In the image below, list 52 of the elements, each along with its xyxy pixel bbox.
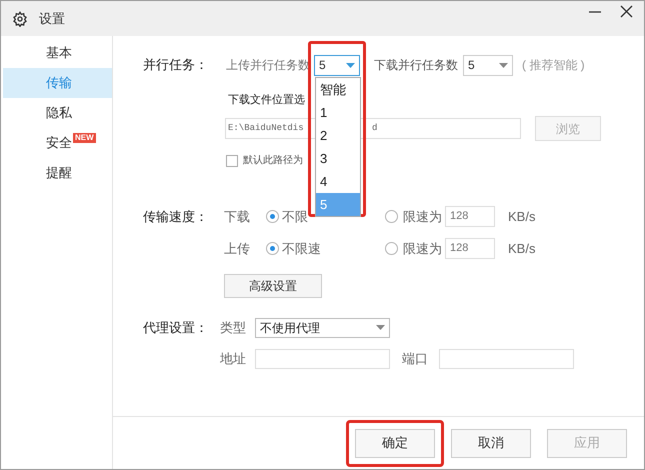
advanced-settings-button[interactable]: 高级设置: [224, 274, 322, 298]
window-title: 设置: [39, 10, 65, 28]
section-label: 传输速度：: [143, 208, 209, 226]
sidebar-item[interactable]: 安全 NEW: [3, 128, 112, 158]
dropdown-option[interactable]: 智能: [316, 78, 360, 101]
dialog-button[interactable]: 取消: [451, 428, 531, 458]
speed-limit-field[interactable]: 128: [445, 238, 495, 259]
radio-button[interactable]: [266, 242, 279, 255]
radio-label: 不限: [282, 208, 309, 226]
field-label: 上传并行任务数: [226, 57, 311, 74]
close-icon[interactable]: [620, 5, 633, 18]
field-label: 类型: [220, 318, 247, 337]
unit-label: KB/s: [508, 208, 536, 226]
proxy-type-select[interactable]: 不使用代理: [255, 318, 390, 338]
caret-icon: [499, 62, 508, 68]
dropdown-option[interactable]: 2: [316, 124, 360, 147]
dropdown-option[interactable]: 1: [316, 101, 360, 124]
field-label: 下载文件位置选: [228, 92, 305, 108]
upload-count-select[interactable]: 5: [314, 54, 360, 76]
hint-text: ( 推荐智能 ): [522, 57, 585, 74]
download-count-select[interactable]: 5: [463, 54, 513, 76]
radio-label: 不限速: [282, 240, 322, 258]
sidebar-item[interactable]: 基本: [3, 38, 112, 68]
dropdown-option[interactable]: 4: [316, 170, 360, 193]
unit-label: KB/s: [508, 240, 536, 258]
radio-button[interactable]: [266, 210, 279, 223]
path-field-end[interactable]: d: [364, 118, 521, 139]
sidebar-item[interactable]: 提醒: [3, 158, 112, 188]
field-label: 下载并行任务数: [374, 57, 459, 74]
sidebar-item[interactable]: 隐私: [3, 98, 112, 128]
section-label: 代理设置：: [143, 318, 209, 337]
port-field[interactable]: [439, 348, 574, 368]
dropdown-option[interactable]: 3: [316, 147, 360, 170]
field-label: 下载: [224, 208, 251, 226]
settings-icon: [12, 10, 28, 26]
field-label: 地址: [220, 350, 247, 368]
checkbox-label: 默认此路径为: [243, 154, 303, 168]
radio-button[interactable]: [385, 242, 398, 255]
path-field[interactable]: E:\BaiduNetdis: [225, 118, 307, 139]
checkbox[interactable]: [226, 154, 238, 166]
caret-icon: [376, 325, 385, 330]
caret-icon: [346, 62, 355, 68]
radio-button[interactable]: [385, 210, 398, 223]
speed-limit-field[interactable]: 128: [445, 206, 495, 227]
address-field[interactable]: [255, 348, 390, 368]
section-label: 并行任务：: [143, 56, 209, 74]
new-badge: NEW: [73, 133, 96, 143]
field-label: 端口: [402, 350, 429, 368]
dialog-button[interactable]: 确定: [355, 428, 435, 458]
radio-label: 限速为: [403, 208, 443, 226]
field-label: 上传: [224, 240, 251, 258]
radio-label: 限速为: [403, 240, 443, 258]
